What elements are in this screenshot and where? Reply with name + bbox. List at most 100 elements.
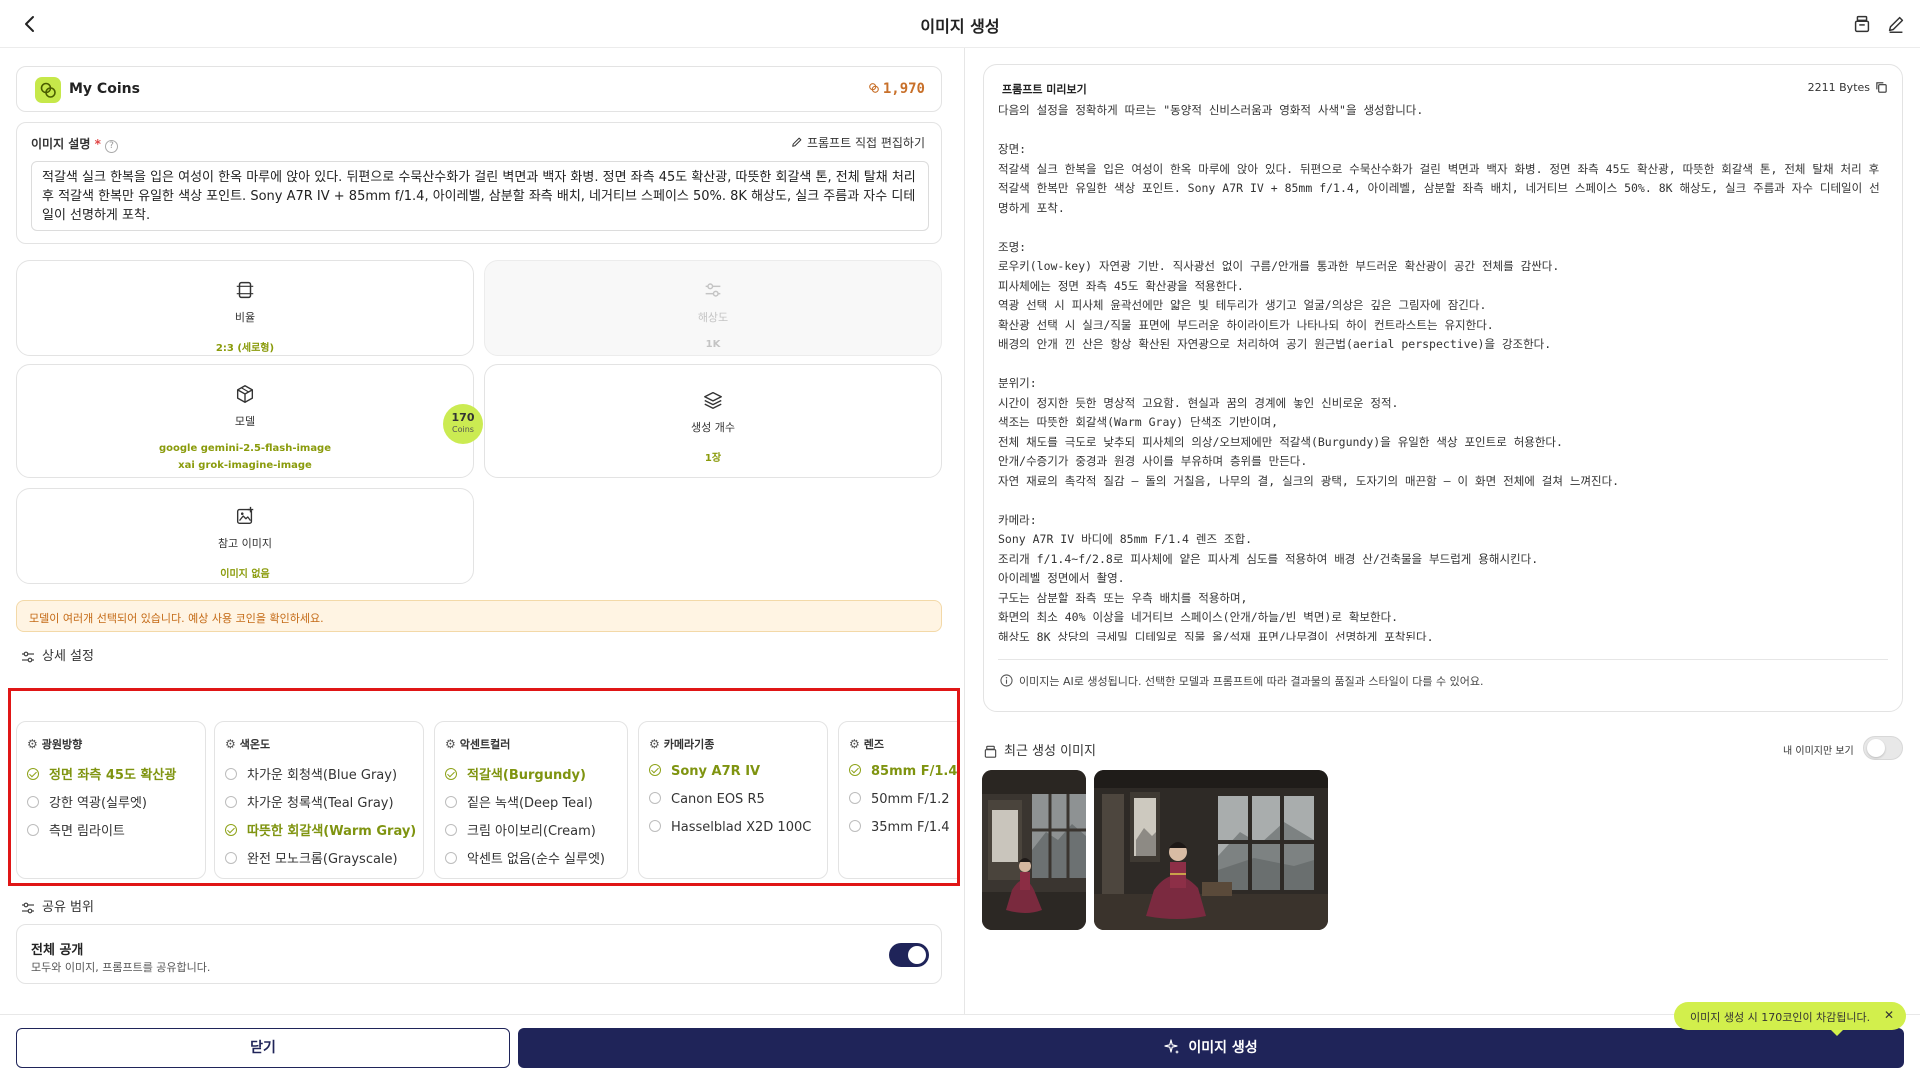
help-icon[interactable]: ? [105,140,119,153]
coin-badge-count: 170 [451,411,475,424]
accent-option-2[interactable]: 짙은 녹색(Deep Teal) [445,792,593,812]
public-toggle[interactable] [889,943,929,967]
recent-image-thumbnail[interactable] [1094,770,1328,930]
prompt-preview-text: 다음의 설정을 정확하게 따르는 "동양적 신비스러움과 영화적 사색"을 생성… [998,103,1880,641]
count-value: 1장 [704,453,722,464]
resolution-value: 1K [705,339,721,350]
reference-label: 참고 이미지 [217,537,273,550]
light-option-3[interactable]: 측면 림라이트 [27,820,125,840]
light-option-2[interactable]: 강한 역광(실루엣) [27,792,147,812]
detail-settings-panel: ⚙ 광원방향 정면 좌측 45도 확산광 강한 역광(실루엣) 측면 림라이트 ⚙… [8,688,960,886]
coins-card: My Coins 1,970 [16,66,942,112]
edit-prompt-label: 프롬프트 직접 편집하기 [806,136,925,150]
top-bar: 이미지 생성 [0,0,1920,48]
model-option[interactable]: 모델 google gemini-2.5-flash-image xai gro… [16,364,474,478]
close-button[interactable]: 닫기 [16,1028,510,1068]
accent-color-group: ⚙ 악센트컬러 적갈색(Burgundy) 짙은 녹색(Deep Teal) 크림… [434,721,628,879]
coin-deduction-text: 이미지 생성 시 170코인이 차감됩니다. [1690,1011,1871,1024]
ratio-label: 비율 [234,311,256,324]
lens-group: ⚙ 렌즈 85mm F/1.4 50mm F/1.2 35mm F/1.4 [838,721,957,879]
coin-icon [869,83,879,93]
radio-icon [445,796,457,808]
required-mark: * [94,137,101,151]
lens-option-3[interactable]: 35mm F/1.4 [849,820,950,840]
ai-notice: 이미지는 AI로 생성됩니다. 선택한 모델과 프롬프트에 따라 결과물의 품질… [1000,673,1484,689]
color-temperature-title: ⚙ 색온도 [225,737,271,751]
archive-icon [984,745,997,758]
recent-images-title: 최근 생성 이미지 [983,740,1096,759]
sliders-icon [22,651,34,662]
lens-option-1[interactable]: 85mm F/1.4 [849,764,957,784]
camera-option-1[interactable]: Sony A7R IV [649,764,760,784]
archive-icon[interactable] [1851,13,1873,35]
description-textarea[interactable]: 적갈색 실크 한복을 입은 여성이 한옥 마루에 앉아 있다. 뒤편으로 수묵산… [31,161,929,231]
share-scope-label: 공유 범위 [42,900,94,915]
radio-icon [225,852,237,864]
light-option-1[interactable]: 정면 좌측 45도 확산광 [27,764,176,784]
share-public-label: 전체 공개 [31,943,84,958]
gear-icon: ⚙ [445,737,456,751]
detail-settings-label: 상세 설정 [42,649,94,664]
ratio-value: 2:3 (세로형) [215,343,275,354]
radio-icon [649,792,661,804]
model-value-2: xai grok-imagine-image [178,460,312,471]
my-images-only-toggle[interactable] [1863,736,1903,760]
accent-color-title: ⚙ 악센트컬러 [445,737,511,751]
recent-image-2 [1094,770,1328,930]
share-public-sub: 모두와 이미지, 프롬프트를 공유합니다. [31,961,211,974]
temp-option-1[interactable]: 차가운 회청색(Blue Gray) [225,764,397,784]
gear-icon: ⚙ [27,737,38,751]
temp-option-4[interactable]: 완전 모노크롬(Grayscale) [225,848,398,868]
lens-option-2[interactable]: 50mm F/1.2 [849,792,950,812]
camera-option-3[interactable]: Hasselblad X2D 100C [649,820,811,840]
detail-settings-title: 상세 설정 [20,645,94,665]
recent-images-label: 최근 생성 이미지 [1004,744,1096,759]
radio-icon [849,820,861,832]
accent-option-1[interactable]: 적갈색(Burgundy) [445,764,586,784]
accent-option-4[interactable]: 악센트 없음(순수 실루엣) [445,848,605,868]
camera-option-2[interactable]: Canon EOS R5 [649,792,765,812]
gear-icon: ⚙ [649,737,660,751]
pencil-icon [792,137,802,147]
bottom-action-bar: 닫기 이미지 생성 [0,1014,1920,1080]
light-direction-group: ⚙ 광원방향 정면 좌측 45도 확산광 강한 역광(실루엣) 측면 림라이트 [16,721,206,879]
coins-label: My Coins [69,81,140,97]
copy-icon[interactable] [1875,81,1888,94]
radio-icon [445,852,457,864]
coin-deduction-tooltip: 이미지 생성 시 170코인이 차감됩니다. ✕ [1674,1002,1906,1036]
recent-image-1 [982,770,1086,930]
sliders-icon [705,283,721,297]
page-title: 이미지 생성 [920,17,1000,36]
temp-option-3[interactable]: 따뜻한 회갈색(Warm Gray) [225,820,416,840]
tooltip-close-icon[interactable]: ✕ [1884,1008,1894,1022]
lens-title: ⚙ 렌즈 [849,737,885,751]
edit-pen-icon[interactable] [1885,13,1907,35]
reference-image-option[interactable]: 참고 이미지 이미지 없음 [16,488,474,584]
check-circle-icon [649,764,661,776]
toggle-knob [1867,739,1885,757]
count-option[interactable]: 생성 개수 1장 [484,364,942,478]
accent-option-3[interactable]: 크림 아이보리(Cream) [445,820,596,840]
image-add-icon [236,506,254,525]
settings-panel: My Coins 1,970 이미지 설명 * ? 프롬프트 직접 편집하기 적… [0,48,964,1014]
ratio-crop-icon [236,281,254,299]
description-card: 이미지 설명 * ? 프롬프트 직접 편집하기 적갈색 실크 한복을 입은 여성… [16,122,942,244]
coins-amount: 1,970 [868,81,925,97]
radio-icon [649,820,661,832]
ratio-option[interactable]: 비율 2:3 (세로형) [16,260,474,356]
multi-model-warning: 모델이 여러개 선택되어 있습니다. 예상 사용 코인을 확인하세요. [16,600,942,632]
description-label-text: 이미지 설명 [31,137,91,151]
model-value-1: google gemini-2.5-flash-image [158,443,332,454]
resolution-option[interactable]: 해상도 1K [484,260,942,356]
radio-icon [225,768,237,780]
check-circle-icon [225,824,237,836]
recent-image-thumbnail[interactable] [982,770,1086,930]
description-label: 이미지 설명 * ? [31,135,119,153]
generate-image-button[interactable]: 이미지 생성 [518,1028,1904,1068]
edit-prompt-button[interactable]: 프롬프트 직접 편집하기 [791,134,925,151]
reference-value: 이미지 없음 [220,569,270,580]
radio-icon [225,796,237,808]
coins-amount-value: 1,970 [882,81,925,97]
tooltip-tail [1830,1029,1844,1036]
temp-option-2[interactable]: 차가운 청록색(Teal Gray) [225,792,394,812]
